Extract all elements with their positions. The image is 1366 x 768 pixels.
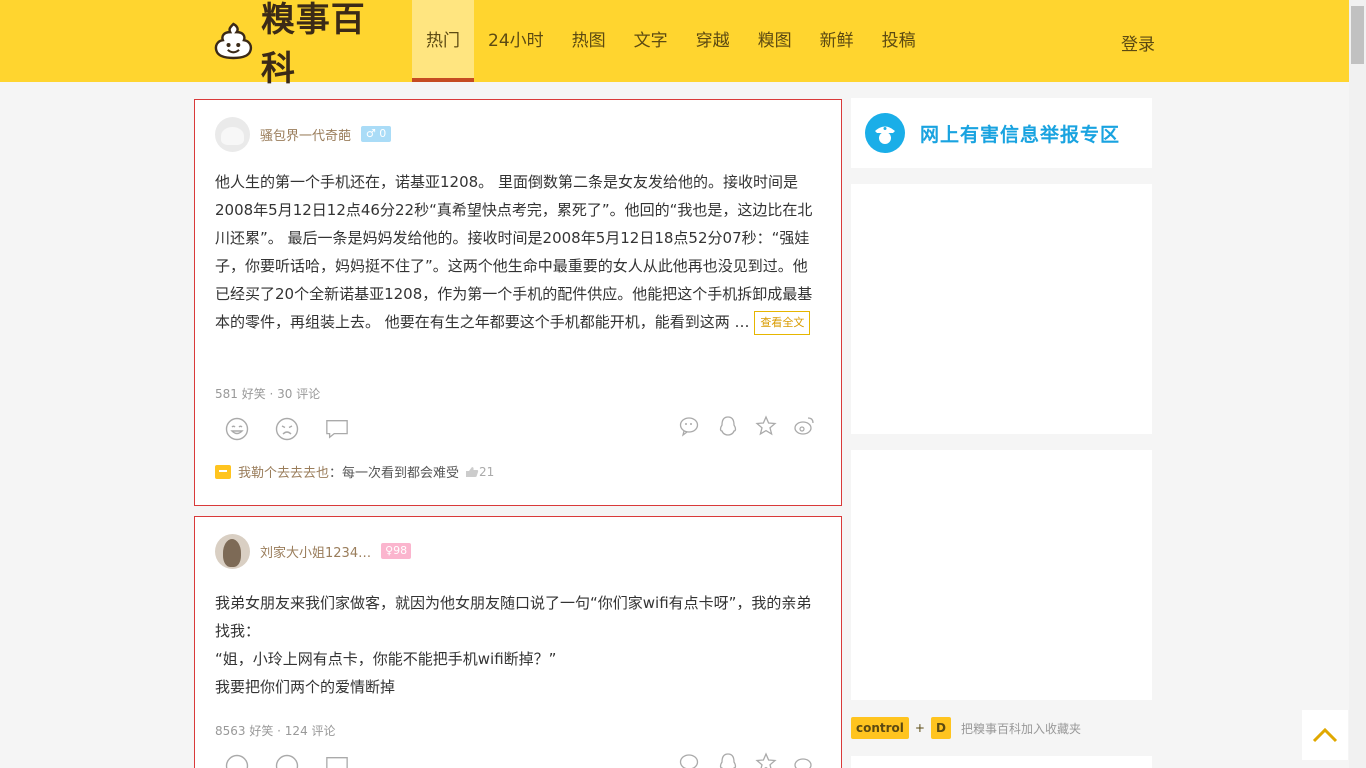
age-value: 98 — [393, 544, 408, 557]
thumb-up-icon — [466, 466, 479, 477]
nav-item-24h[interactable]: 24小时 — [474, 0, 558, 82]
main-nav: 热门 24小时 热图 文字 穿越 糗图 新鲜 投稿 — [412, 0, 930, 82]
bookmark-text: 把糗事百科加入收藏夹 — [960, 721, 1081, 736]
hot-comment-icon — [215, 464, 231, 479]
hot-comment-text: ：每一次看到都会难受 — [329, 466, 460, 481]
comment-icon — [326, 757, 348, 768]
star-favorite-icon[interactable] — [755, 752, 777, 768]
article-card: 刘家大小姐1234… ♀98 我弟女朋友来我们家做客，就因为他女朋友随口说了一句… — [194, 516, 842, 768]
female-icon: ♀ — [385, 544, 394, 557]
nav-item-images[interactable]: 糗图 — [744, 0, 806, 82]
laugh-vote-button[interactable] — [225, 417, 249, 441]
nav-item-fresh[interactable]: 新鲜 — [806, 0, 868, 82]
wechat-share-icon[interactable] — [679, 415, 701, 437]
nav-item-hot-images[interactable]: 热图 — [558, 0, 620, 82]
age-badge: ♀98 — [381, 543, 412, 559]
control-key: control — [851, 717, 909, 739]
dislike-vote-button[interactable] — [275, 754, 299, 768]
article-card: 骚包界一代奇葩 ♂ 0 他人生的第一个手机还在，诺基亚1208。 里面倒数第二条… — [194, 99, 842, 506]
bookmark-hint: control + D 把糗事百科加入收藏夹 — [851, 716, 1081, 740]
author-name[interactable]: 骚包界一代奇葩 — [260, 125, 351, 144]
article-author: 骚包界一代奇葩 ♂ 0 — [215, 116, 392, 152]
police-icon — [865, 113, 905, 153]
nav-item-history[interactable]: 穿越 — [682, 0, 744, 82]
weibo-share-icon[interactable] — [793, 415, 815, 437]
site-logo[interactable]: 糗事百科 — [214, 0, 374, 89]
article-content[interactable]: 我弟女朋友来我们家做客，就因为他女朋友随口说了一句“你们家wifi有点卡呀”，我… — [215, 589, 819, 701]
smile-icon — [225, 417, 249, 441]
qq-share-icon[interactable] — [717, 752, 739, 768]
weibo-share-icon[interactable] — [793, 752, 815, 768]
comment-button[interactable] — [325, 754, 349, 768]
sidebar-ad-slot — [851, 450, 1152, 700]
hot-comment-user[interactable]: 我勒个去去去也 — [238, 462, 329, 481]
login-link[interactable]: 登录 — [1121, 30, 1155, 55]
hot-comment-likes[interactable]: 21 — [465, 465, 494, 479]
share-actions — [663, 415, 815, 437]
vote-actions — [225, 417, 375, 441]
likes-count: 21 — [479, 464, 495, 479]
share-actions — [663, 752, 815, 768]
avatar[interactable] — [215, 533, 250, 569]
sidebar-block — [851, 756, 1152, 768]
frown-icon — [275, 754, 299, 768]
sidebar-ad-slot — [851, 184, 1152, 434]
age-value: 0 — [379, 127, 387, 140]
smile-icon — [225, 754, 249, 768]
page-scrollbar[interactable] — [1349, 0, 1366, 768]
avatar[interactable] — [215, 116, 250, 152]
article-text: 他人生的第一个手机还在，诺基亚1208。 里面倒数第二条是女友发给他的。接收时间… — [215, 173, 813, 331]
chevron-up-icon — [1312, 727, 1338, 743]
star-favorite-icon[interactable] — [755, 415, 777, 437]
vote-actions — [225, 754, 375, 768]
article-stats: 581 好笑 · 30 评论 — [215, 387, 321, 401]
scrollbar-thumb[interactable] — [1351, 6, 1364, 64]
nav-item-text[interactable]: 文字 — [620, 0, 682, 82]
back-to-top-button[interactable] — [1302, 710, 1348, 760]
age-badge: ♂ 0 — [361, 126, 392, 142]
qq-share-icon[interactable] — [717, 415, 739, 437]
article-stats: 8563 好笑 · 124 评论 — [215, 724, 336, 738]
plus-sign: + — [914, 721, 925, 735]
nav-item-submit[interactable]: 投稿 — [868, 0, 930, 82]
report-banner[interactable]: 网上有害信息举报专区 — [851, 98, 1152, 168]
male-icon: ♂ — [365, 127, 380, 140]
report-text: 网上有害信息举报专区 — [920, 123, 1121, 146]
nav-item-hot[interactable]: 热门 — [412, 0, 474, 82]
comment-icon — [326, 420, 348, 439]
article-author: 刘家大小姐1234… ♀98 — [215, 533, 412, 569]
hot-comment[interactable]: 我勒个去去去也 ：每一次看到都会难受 21 — [215, 462, 494, 481]
comment-button[interactable] — [325, 417, 349, 441]
poop-mascot-icon — [214, 22, 253, 60]
read-more-button[interactable]: 查看全文 — [754, 310, 811, 335]
d-key: D — [930, 717, 951, 739]
logo-text: 糗事百科 — [260, 0, 366, 89]
article-content[interactable]: 他人生的第一个手机还在，诺基亚1208。 里面倒数第二条是女友发给他的。接收时间… — [215, 168, 819, 336]
author-name[interactable]: 刘家大小姐1234… — [260, 542, 371, 561]
dislike-vote-button[interactable] — [275, 417, 299, 441]
laugh-vote-button[interactable] — [225, 754, 249, 768]
frown-icon — [275, 417, 299, 441]
top-header: 糗事百科 热门 24小时 热图 文字 穿越 糗图 新鲜 投稿 登录 — [0, 0, 1349, 89]
wechat-share-icon[interactable] — [679, 752, 701, 768]
